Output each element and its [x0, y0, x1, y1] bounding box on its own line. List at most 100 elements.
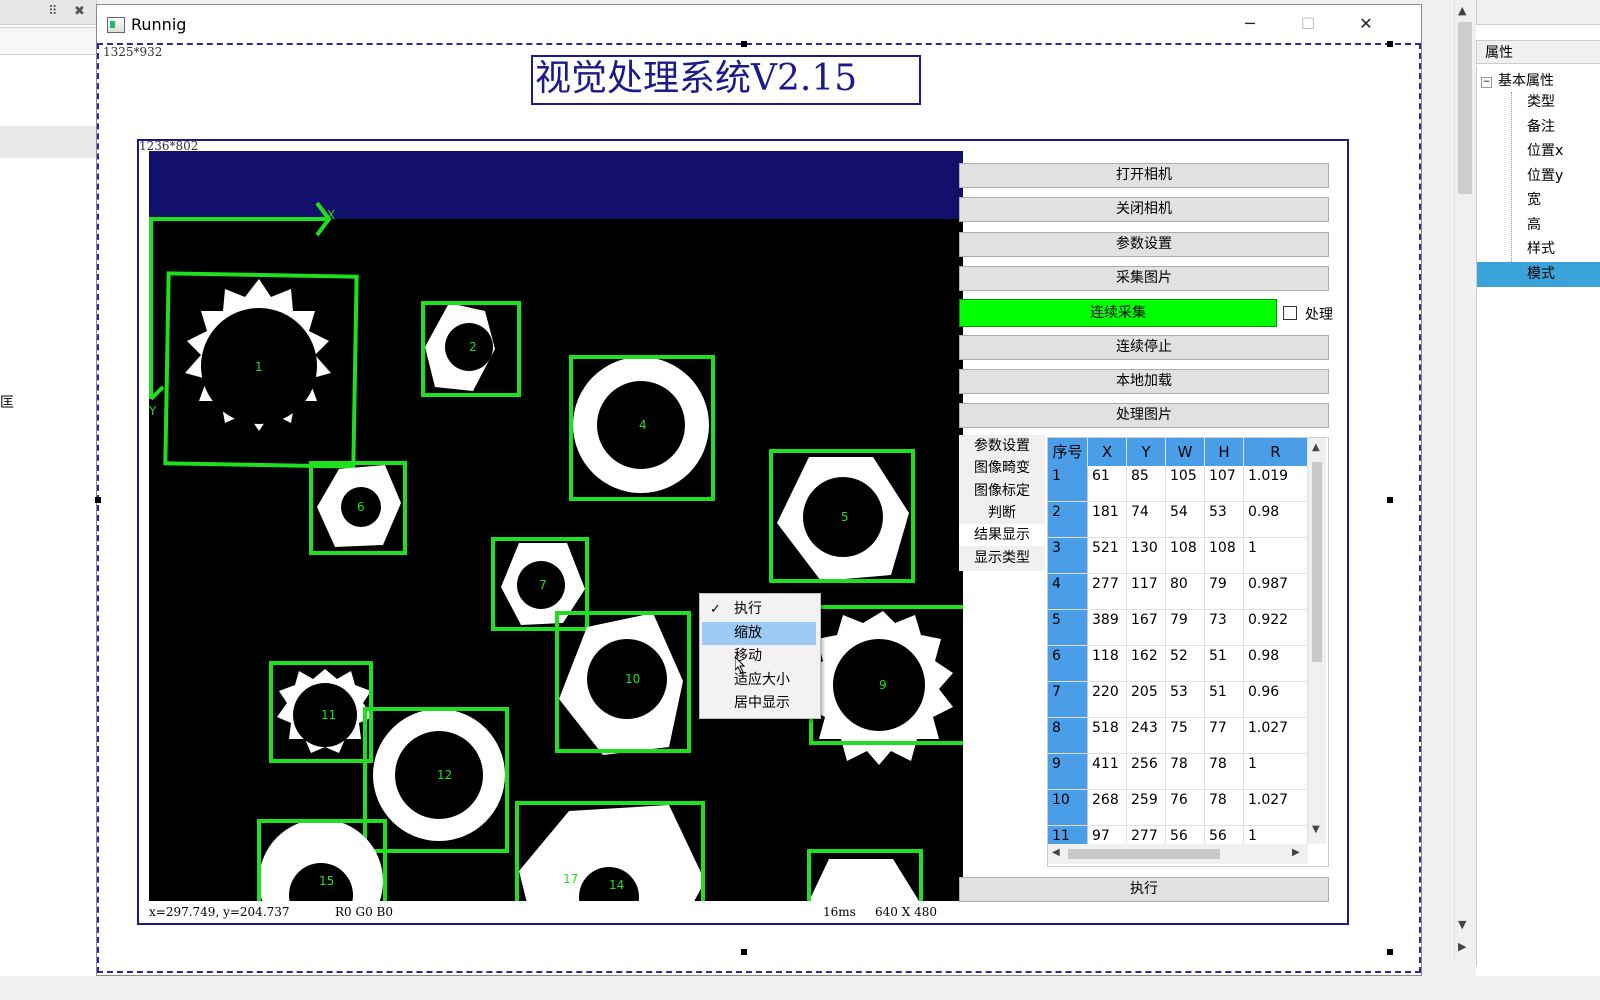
table-cell: 1.027 [1244, 790, 1308, 826]
property-group[interactable]: − 基本属性 [1481, 70, 1554, 90]
tab-image-calibration[interactable]: 图像标定 [959, 480, 1045, 502]
left-panel-selected-row[interactable] [0, 126, 96, 158]
close-button[interactable]: ✕ [1337, 5, 1395, 43]
process-checkbox[interactable] [1283, 306, 1297, 320]
property-item-mode[interactable]: 模式 [1477, 262, 1600, 287]
table-row[interactable]: 8 518 243 75 77 1.027 [1048, 718, 1308, 754]
scroll-left-icon[interactable]: ◀ [1052, 847, 1060, 858]
table-cell: 277 [1088, 574, 1127, 610]
object-label: 4 [639, 418, 647, 432]
property-item-height[interactable]: 高 [1507, 213, 1600, 238]
table-cell: 79 [1205, 574, 1244, 610]
property-item-note[interactable]: 备注 [1507, 115, 1600, 140]
column-header[interactable]: X [1088, 438, 1127, 466]
local-load-button[interactable]: 本地加载 [959, 369, 1329, 394]
designer-vertical-scrollbar[interactable]: ▲ ▼ ▶ [1454, 0, 1475, 960]
app-icon [107, 17, 125, 33]
table-cell: 78 [1205, 790, 1244, 826]
outer-size-label: 1325*932 [103, 45, 163, 59]
row-index-cell: 8 [1048, 718, 1088, 754]
execute-button[interactable]: 执行 [959, 877, 1329, 902]
menu-item-move[interactable]: 移动 [702, 645, 816, 668]
tab-image-distortion[interactable]: 图像畸变 [959, 457, 1045, 479]
column-header[interactable]: 序号 [1048, 438, 1088, 466]
scroll-up-icon[interactable]: ▲ [1458, 4, 1466, 17]
scroll-down-icon[interactable]: ▼ [1312, 824, 1320, 835]
minimize-button[interactable]: ─ [1221, 5, 1279, 43]
column-header[interactable]: R [1244, 438, 1308, 466]
tab-result-display[interactable]: 结果显示 [959, 524, 1045, 546]
table-cell: 1 [1244, 538, 1308, 574]
open-camera-button[interactable]: 打开相机 [959, 163, 1329, 188]
main-panel: 1236*802 X Y 1 2 4 6 5 7 9 10 11 12 15 1… [137, 139, 1349, 925]
table-cell: 0.922 [1244, 610, 1308, 646]
table-cell: 411 [1088, 754, 1127, 790]
table-cell: 76 [1166, 790, 1205, 826]
table-horizontal-scrollbar[interactable]: ◀ ▶ [1048, 844, 1308, 864]
property-item-width[interactable]: 宽 [1507, 188, 1600, 213]
close-icon[interactable]: ✖ [74, 4, 85, 19]
row-index-cell: 2 [1048, 502, 1088, 538]
resize-handle[interactable] [1387, 497, 1393, 503]
table-row[interactable]: 4 277 117 80 79 0.987 [1048, 574, 1308, 610]
table-row[interactable]: 7 220 205 53 51 0.96 [1048, 682, 1308, 718]
table-row[interactable]: 9 411 256 78 78 1 [1048, 754, 1308, 790]
scroll-up-icon[interactable]: ▲ [1312, 442, 1320, 453]
menu-item-fit-size[interactable]: 适应大小 [702, 669, 816, 692]
menu-item-execute[interactable]: ✓ 执行 [702, 598, 816, 621]
table-row[interactable]: 10 268 259 76 78 1.027 [1048, 790, 1308, 826]
resize-handle[interactable] [95, 497, 101, 503]
property-item-pos-y[interactable]: 位置y [1507, 164, 1600, 189]
table-cell: 85 [1127, 466, 1166, 502]
title-bar[interactable]: Runnig ─ ☐ ✕ [97, 5, 1421, 43]
continuous-stop-button[interactable]: 连续停止 [959, 335, 1329, 360]
property-item-style[interactable]: 样式 [1507, 237, 1600, 262]
maximize-button[interactable]: ☐ [1279, 5, 1337, 43]
table-row[interactable]: 6 118 162 52 51 0.98 [1048, 646, 1308, 682]
table-row[interactable]: 5 389 167 79 73 0.922 [1048, 610, 1308, 646]
resize-handle[interactable] [741, 949, 747, 955]
scrollbar-thumb[interactable] [1312, 462, 1322, 662]
object-label: 10 [625, 672, 640, 686]
param-settings-button[interactable]: 参数设置 [959, 232, 1329, 257]
scrollbar-thumb[interactable] [1458, 22, 1472, 194]
object-label: 14 [609, 878, 624, 892]
column-header[interactable]: W [1166, 438, 1205, 466]
result-table[interactable]: 序号 X Y W H R 1 61 85 105 107 1.019 2 181 74 54 53 0… [1047, 437, 1329, 867]
image-view[interactable]: X Y 1 2 4 6 5 7 9 10 11 12 15 17 14 ✓ 执行… [149, 151, 963, 901]
column-header[interactable]: Y [1127, 438, 1166, 466]
resize-handle[interactable] [1387, 949, 1393, 955]
collapse-icon[interactable]: − [1481, 77, 1492, 88]
resize-handle[interactable] [741, 41, 747, 47]
tab-display-type[interactable]: 显示类型 [959, 547, 1045, 569]
table-row[interactable]: 3 521 130 108 108 1 [1048, 538, 1308, 574]
table-cell: 78 [1205, 754, 1244, 790]
table-cell: 117 [1127, 574, 1166, 610]
table-row[interactable]: 1 61 85 105 107 1.019 [1048, 466, 1308, 502]
tab-param-settings[interactable]: 参数设置 [959, 435, 1045, 457]
table-vertical-scrollbar[interactable]: ▲ ▼ [1308, 438, 1326, 844]
status-rgb: R0 G0 B0 [335, 905, 393, 919]
menu-item-zoom[interactable]: 缩放 [702, 622, 816, 645]
property-item-type[interactable]: 类型 [1507, 90, 1600, 115]
capture-image-button[interactable]: 采集图片 [959, 266, 1329, 291]
tab-judgment[interactable]: 判断 [959, 502, 1045, 524]
resize-handle[interactable] [1387, 41, 1393, 47]
continuous-capture-button[interactable]: 连续采集 [959, 299, 1277, 327]
object-label: 1 [255, 360, 263, 374]
menu-item-center-display[interactable]: 居中显示 [702, 692, 816, 715]
scrollbar-thumb[interactable] [1068, 849, 1220, 859]
table-row[interactable]: 2 181 74 54 53 0.98 [1048, 502, 1308, 538]
table-cell: 80 [1166, 574, 1205, 610]
grid-icon[interactable]: ⠿ [48, 4, 58, 19]
scroll-down-icon[interactable]: ▼ [1458, 918, 1466, 931]
close-camera-button[interactable]: 关闭相机 [959, 197, 1329, 222]
column-header[interactable]: H [1205, 438, 1244, 466]
table-cell: 107 [1205, 466, 1244, 502]
runnig-window: Runnig ─ ☐ ✕ 1325*932 视觉处理系统V2.15 1236*8… [95, 4, 1422, 976]
property-item-pos-x[interactable]: 位置x [1507, 139, 1600, 164]
scroll-right-icon[interactable]: ▶ [1458, 940, 1466, 953]
object-label: 2 [469, 340, 477, 354]
scroll-right-icon[interactable]: ▶ [1292, 847, 1300, 858]
process-image-button[interactable]: 处理图片 [959, 403, 1329, 428]
